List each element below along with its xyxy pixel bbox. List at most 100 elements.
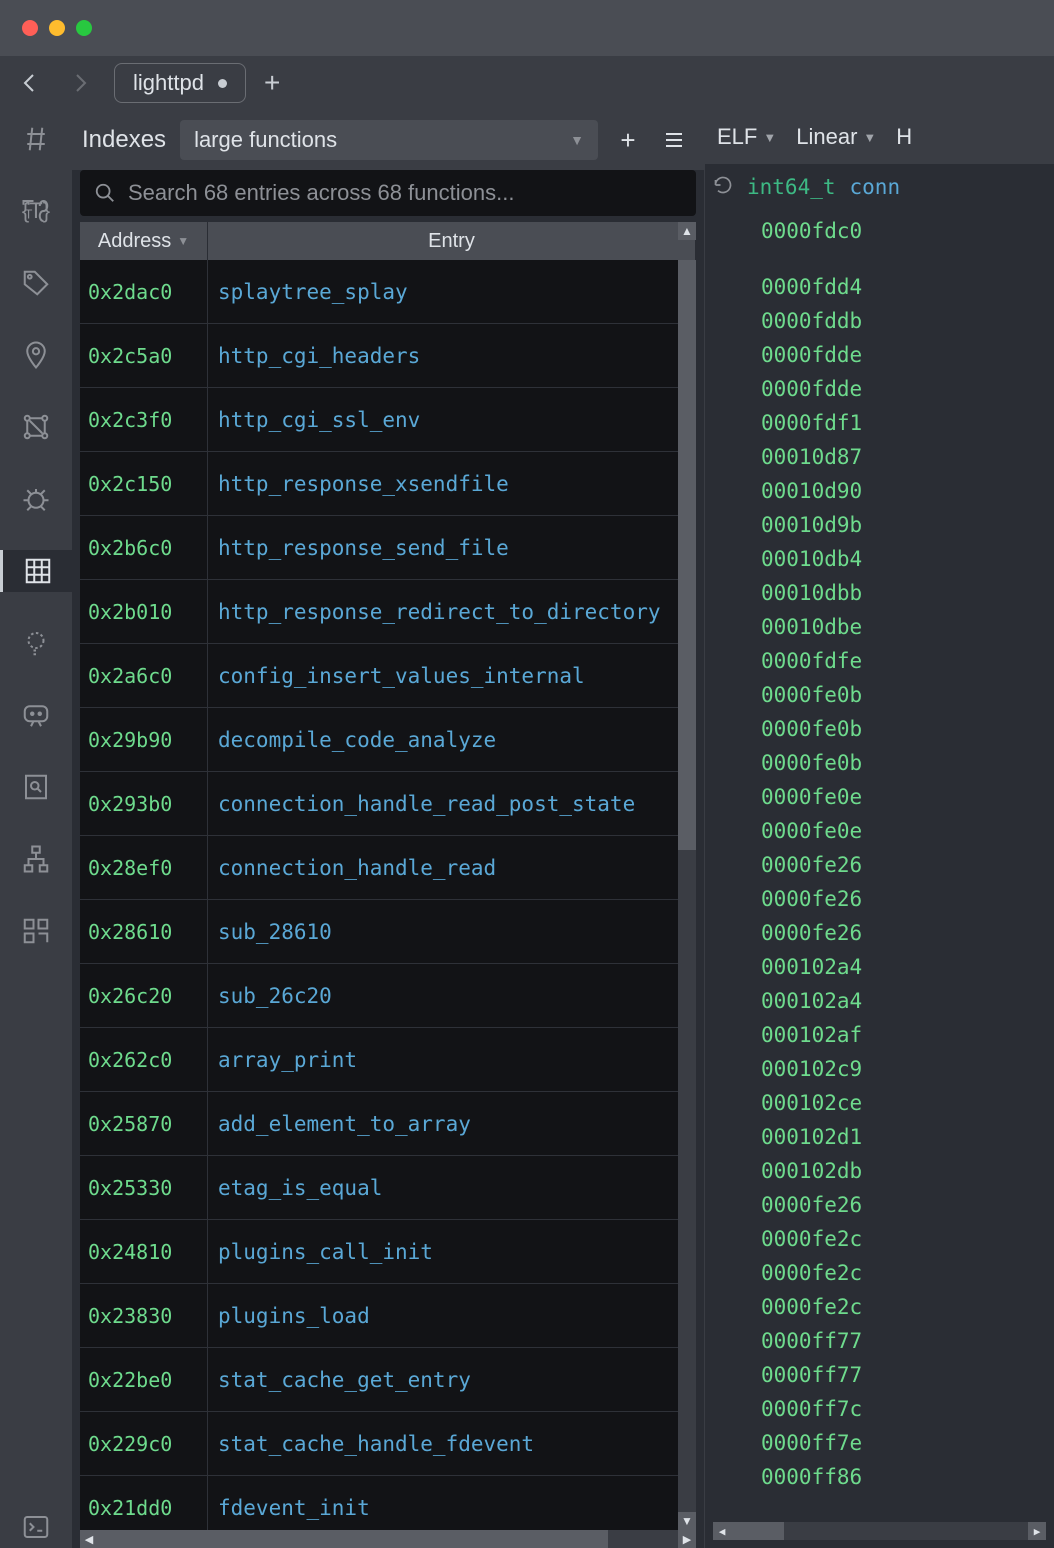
- sidebar-item-hash[interactable]: [15, 118, 57, 160]
- disasm-address[interactable]: 0000fe2c: [761, 1222, 1054, 1256]
- disasm-address[interactable]: 0000fdde: [761, 338, 1054, 372]
- nav-forward-button[interactable]: [64, 67, 96, 99]
- sidebar-item-hierarchy[interactable]: [15, 838, 57, 880]
- sidebar-item-location[interactable]: [15, 334, 57, 376]
- disasm-address[interactable]: 0000fe26: [761, 882, 1054, 916]
- disasm-address[interactable]: 0000fe0e: [761, 814, 1054, 848]
- sidebar-item-chat[interactable]: [15, 694, 57, 736]
- sidebar-item-lightbulb[interactable]: [15, 622, 57, 664]
- disasm-address[interactable]: 00010dbe: [761, 610, 1054, 644]
- sidebar-item-search-doc[interactable]: [15, 766, 57, 808]
- scroll-right-button[interactable]: ▶: [678, 1530, 696, 1548]
- sidebar-item-indexes[interactable]: [0, 550, 72, 592]
- scroll-up-button[interactable]: ▲: [678, 222, 696, 240]
- cell-address: 0x25870: [80, 1092, 208, 1155]
- format-dropdown[interactable]: ELF ▼: [717, 124, 776, 150]
- vertical-scrollbar[interactable]: [678, 260, 696, 1530]
- close-window-button[interactable]: [22, 20, 38, 36]
- sidebar-item-layout[interactable]: [15, 910, 57, 952]
- view-dropdown[interactable]: Linear ▼: [796, 124, 876, 150]
- table-row[interactable]: 0x2b6c0http_response_send_file: [80, 516, 696, 580]
- table-row[interactable]: 0x2dac0splaytree_splay: [80, 260, 696, 324]
- column-header-address[interactable]: Address ▼: [80, 222, 208, 260]
- disasm-address[interactable]: 000102af: [761, 1018, 1054, 1052]
- table-row[interactable]: 0x28ef0connection_handle_read: [80, 836, 696, 900]
- table-row[interactable]: 0x2a6c0config_insert_values_internal: [80, 644, 696, 708]
- refresh-icon[interactable]: [713, 175, 733, 200]
- search-bar[interactable]: [80, 170, 696, 216]
- disasm-address[interactable]: 00010d90: [761, 474, 1054, 508]
- disasm-address[interactable]: 0000fe26: [761, 916, 1054, 950]
- sidebar-item-types[interactable]: T {T}: [15, 190, 57, 232]
- add-tab-button[interactable]: +: [264, 67, 280, 99]
- disasm-address[interactable]: 0000fe0b: [761, 746, 1054, 780]
- disasm-address[interactable]: 000102a4: [761, 950, 1054, 984]
- column-header-entry[interactable]: Entry: [208, 222, 696, 260]
- tab-lighttpd[interactable]: lighttpd: [114, 63, 246, 103]
- cell-entry: splaytree_splay: [208, 260, 696, 323]
- disasm-address[interactable]: 0000fe26: [761, 1188, 1054, 1222]
- disasm-address[interactable]: 00010d87: [761, 440, 1054, 474]
- scroll-right-button[interactable]: ▶: [1028, 1522, 1046, 1540]
- disasm-address[interactable]: 0000fdf1: [761, 406, 1054, 440]
- disasm-horizontal-scrollbar[interactable]: ◀ ▶: [713, 1522, 1046, 1540]
- search-input[interactable]: [128, 180, 682, 206]
- disasm-address[interactable]: 0000fdfe: [761, 644, 1054, 678]
- table-row[interactable]: 0x2c3f0http_cgi_ssl_env: [80, 388, 696, 452]
- nav-back-button[interactable]: [14, 67, 46, 99]
- menu-button[interactable]: [658, 124, 690, 156]
- disasm-address[interactable]: 000102a4: [761, 984, 1054, 1018]
- sidebar-item-terminal[interactable]: [15, 1506, 57, 1548]
- scroll-left-button[interactable]: ◀: [80, 1530, 98, 1548]
- sidebar-item-tags[interactable]: [15, 262, 57, 304]
- disasm-address[interactable]: 0000fe2c: [761, 1256, 1054, 1290]
- table-row[interactable]: 0x25870add_element_to_array: [80, 1092, 696, 1156]
- disasm-address[interactable]: 0000fe0b: [761, 712, 1054, 746]
- scrollbar-thumb[interactable]: [678, 260, 696, 850]
- table-row[interactable]: 0x21dd0fdevent_init: [80, 1476, 696, 1530]
- table-row[interactable]: 0x23830plugins_load: [80, 1284, 696, 1348]
- table-row[interactable]: 0x2c150http_response_xsendfile: [80, 452, 696, 516]
- sidebar-item-graph[interactable]: [15, 406, 57, 448]
- disasm-address[interactable]: 0000ff77: [761, 1358, 1054, 1392]
- scroll-down-button[interactable]: ▼: [678, 1512, 696, 1530]
- disasm-address[interactable]: 0000fe0e: [761, 780, 1054, 814]
- disasm-address[interactable]: 0000ff77: [761, 1324, 1054, 1358]
- disasm-address[interactable]: 0000fe26: [761, 848, 1054, 882]
- disasm-address[interactable]: 00010dbb: [761, 576, 1054, 610]
- disasm-address[interactable]: 0000ff7c: [761, 1392, 1054, 1426]
- disasm-address[interactable]: 000102c9: [761, 1052, 1054, 1086]
- disasm-address[interactable]: 00010db4: [761, 542, 1054, 576]
- table-row[interactable]: 0x26c20sub_26c20: [80, 964, 696, 1028]
- table-row[interactable]: 0x2b010http_response_redirect_to_directo…: [80, 580, 696, 644]
- disasm-address[interactable]: 0000ff86: [761, 1460, 1054, 1494]
- disasm-address[interactable]: 0000fdc0: [761, 214, 1054, 248]
- disasm-address[interactable]: 0000fe2c: [761, 1290, 1054, 1324]
- index-type-dropdown[interactable]: large functions ▼: [180, 120, 598, 160]
- table-row[interactable]: 0x293b0connection_handle_read_post_state: [80, 772, 696, 836]
- table-row[interactable]: 0x24810plugins_call_init: [80, 1220, 696, 1284]
- horizontal-scrollbar[interactable]: ◀ ▶: [80, 1530, 696, 1548]
- disasm-address[interactable]: 000102d1: [761, 1120, 1054, 1154]
- disasm-address[interactable]: 0000fe0b: [761, 678, 1054, 712]
- table-row[interactable]: 0x22be0stat_cache_get_entry: [80, 1348, 696, 1412]
- disasm-address[interactable]: 000102db: [761, 1154, 1054, 1188]
- disasm-address[interactable]: 000102ce: [761, 1086, 1054, 1120]
- extra-dropdown[interactable]: H: [896, 124, 912, 150]
- disasm-address[interactable]: 00010d9b: [761, 508, 1054, 542]
- table-row[interactable]: 0x229c0stat_cache_handle_fdevent: [80, 1412, 696, 1476]
- minimize-window-button[interactable]: [49, 20, 65, 36]
- disasm-address[interactable]: 0000fdd4: [761, 270, 1054, 304]
- table-row[interactable]: 0x29b90decompile_code_analyze: [80, 708, 696, 772]
- add-index-button[interactable]: +: [612, 124, 644, 156]
- table-row[interactable]: 0x2c5a0http_cgi_headers: [80, 324, 696, 388]
- table-row[interactable]: 0x262c0array_print: [80, 1028, 696, 1092]
- disasm-address[interactable]: 0000ff7e: [761, 1426, 1054, 1460]
- disasm-address[interactable]: 0000fdde: [761, 372, 1054, 406]
- scroll-left-button[interactable]: ◀: [713, 1522, 731, 1540]
- sidebar-item-bugs[interactable]: [15, 478, 57, 520]
- disasm-address[interactable]: 0000fddb: [761, 304, 1054, 338]
- table-row[interactable]: 0x28610sub_28610: [80, 900, 696, 964]
- table-row[interactable]: 0x25330etag_is_equal: [80, 1156, 696, 1220]
- zoom-window-button[interactable]: [76, 20, 92, 36]
